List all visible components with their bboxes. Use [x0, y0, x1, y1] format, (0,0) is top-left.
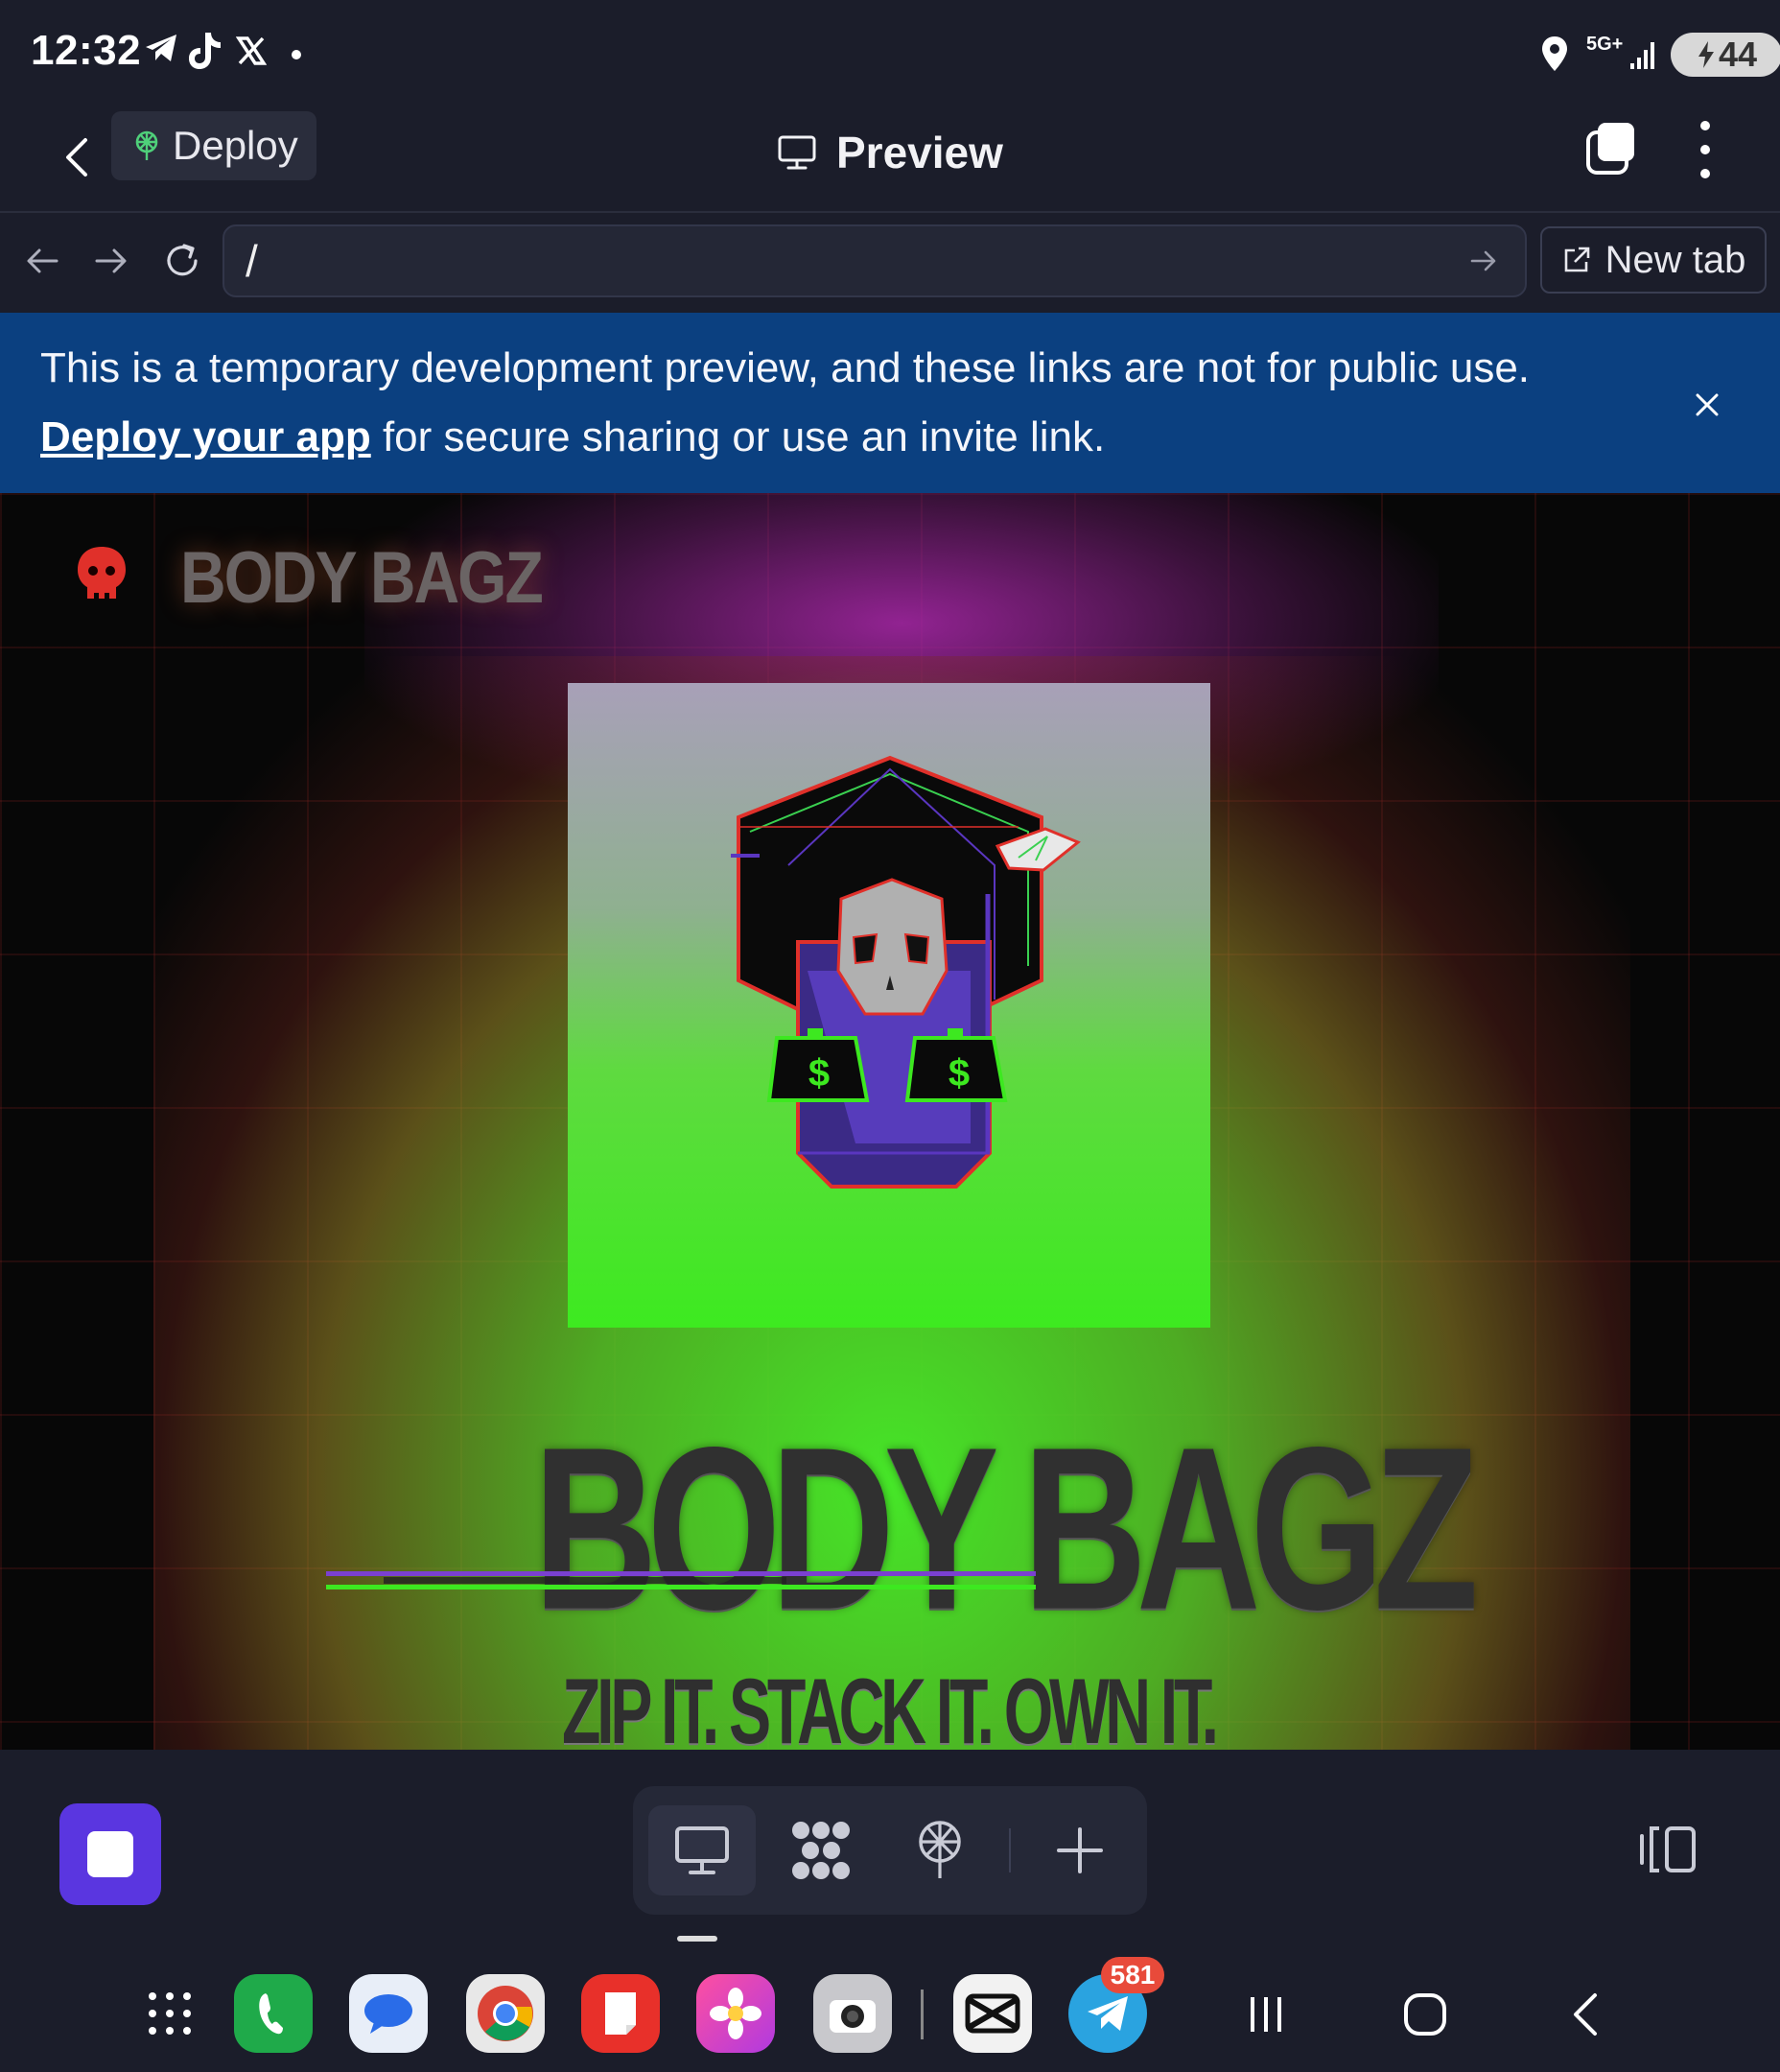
- close-banner-button[interactable]: [1684, 382, 1730, 428]
- notification-badge: 581: [1101, 1957, 1164, 1993]
- chrome-icon: [478, 1986, 533, 2041]
- new-tab-label: New tab: [1604, 238, 1746, 281]
- monitor-icon: [675, 1826, 729, 1874]
- gallery-app[interactable]: [696, 1974, 775, 2053]
- nav-back-button[interactable]: [13, 232, 71, 290]
- workspace-icon: [792, 1822, 850, 1879]
- signal-icon: [1630, 36, 1659, 76]
- web-preview: BODY BAGZ $ $ BODY BAGZ ZIP IT. STACK IT…: [0, 493, 1780, 1750]
- close-icon: [1696, 393, 1719, 416]
- url-go-icon[interactable]: [1469, 246, 1498, 281]
- hero-tagline: ZIP IT. STACK IT. OWN IT.: [562, 1660, 1219, 1750]
- system-back-button[interactable]: [1556, 1986, 1613, 2043]
- toolbar-divider: [1009, 1828, 1011, 1872]
- app-header: Deploy Preview: [0, 107, 1780, 213]
- split-view-icon: [1640, 1826, 1696, 1872]
- money-bag-symbol-right: $: [949, 1052, 970, 1095]
- plus-icon: [1057, 1827, 1103, 1873]
- deploy-icon: [135, 130, 158, 160]
- flower-icon: [710, 1988, 761, 2039]
- app-dock: 581: [0, 1957, 1780, 2072]
- glitch-lines: [326, 1567, 1036, 1596]
- deploy-your-app-link[interactable]: Deploy your app: [40, 413, 371, 460]
- back-icon: [1574, 1993, 1597, 2036]
- body-bag-mascot-illustration: $ $: [731, 755, 1081, 1189]
- deploy-tool-button[interactable]: [886, 1805, 994, 1895]
- x-icon: [235, 33, 268, 76]
- banner-text-before: This is a temporary development preview,…: [40, 344, 1531, 391]
- chat-bubble-icon: [364, 1994, 412, 2034]
- tiktok-icon: [186, 29, 224, 81]
- bottom-toolbar: [0, 1750, 1780, 1951]
- external-link-icon: [1564, 247, 1589, 272]
- battery-indicator: 44: [1671, 33, 1780, 77]
- phone-app[interactable]: [234, 1974, 313, 2053]
- capcut-icon: [965, 1993, 1020, 2034]
- status-bar: 12:32 5G+ 44: [0, 0, 1780, 107]
- url-bar: / New tab: [0, 213, 1780, 313]
- monitor-icon: [778, 135, 816, 170]
- notes-app[interactable]: [581, 1974, 660, 2053]
- dot-icon: [292, 50, 301, 59]
- dock-divider: [921, 1990, 924, 2039]
- site-logo-text[interactable]: BODY BAGZ: [180, 535, 544, 619]
- notes-icon: [605, 1992, 636, 2035]
- page-title-text: Preview: [836, 128, 1003, 177]
- capcut-app[interactable]: [953, 1974, 1032, 2053]
- money-bag-symbol-left: $: [808, 1052, 830, 1095]
- recent-apps-icon: [1251, 1997, 1281, 2032]
- chrome-app[interactable]: [466, 1974, 545, 2053]
- preview-tool-button[interactable]: [648, 1805, 756, 1895]
- home-indicator: [677, 1936, 717, 1942]
- preview-warning-banner: This is a temporary development preview,…: [0, 313, 1780, 493]
- home-button[interactable]: [1396, 1986, 1454, 2043]
- home-icon: [1404, 1993, 1446, 2036]
- clock: 12:32: [31, 27, 142, 74]
- messages-app[interactable]: [349, 1974, 428, 2053]
- 5g-icon: 5G+: [1586, 34, 1624, 55]
- apps-grid-icon[interactable]: [130, 1974, 209, 2053]
- back-button[interactable]: [50, 127, 104, 188]
- deploy-label: Deploy: [173, 123, 298, 168]
- recent-apps-button[interactable]: [1237, 1986, 1295, 2043]
- banner-text-after: for secure sharing or use an invite link…: [382, 413, 1106, 460]
- new-tab-button[interactable]: New tab: [1540, 226, 1767, 294]
- url-text: /: [246, 236, 258, 286]
- battery-level: 44: [1718, 35, 1758, 74]
- reload-button[interactable]: [153, 232, 211, 290]
- stop-icon: [87, 1831, 133, 1877]
- nav-forward-button[interactable]: [82, 232, 140, 290]
- hero-image: $ $: [568, 683, 1210, 1328]
- page-title: Preview: [777, 119, 1003, 186]
- workspace-tool-button[interactable]: [767, 1805, 875, 1895]
- deploy-button[interactable]: Deploy: [111, 111, 316, 180]
- tabs-button[interactable]: [1584, 119, 1638, 177]
- skull-logo-icon[interactable]: [75, 545, 129, 602]
- stop-button[interactable]: [59, 1803, 161, 1905]
- location-icon: [1540, 35, 1569, 82]
- split-view-button[interactable]: [1638, 1823, 1699, 1876]
- more-options-button[interactable]: [1688, 121, 1722, 178]
- add-tool-button[interactable]: [1026, 1805, 1134, 1895]
- tool-switcher: [633, 1786, 1147, 1915]
- telegram-icon: [142, 29, 180, 77]
- url-input[interactable]: /: [222, 224, 1527, 297]
- deploy-icon: [919, 1821, 961, 1878]
- hero-title: BODY BAGZ: [533, 1399, 1479, 1659]
- phone-icon: [259, 1993, 283, 2035]
- camera-icon: [830, 2000, 876, 2033]
- camera-app[interactable]: [813, 1974, 892, 2053]
- telegram-icon: [1088, 1996, 1128, 2031]
- banner-message: This is a temporary development preview,…: [40, 334, 1613, 472]
